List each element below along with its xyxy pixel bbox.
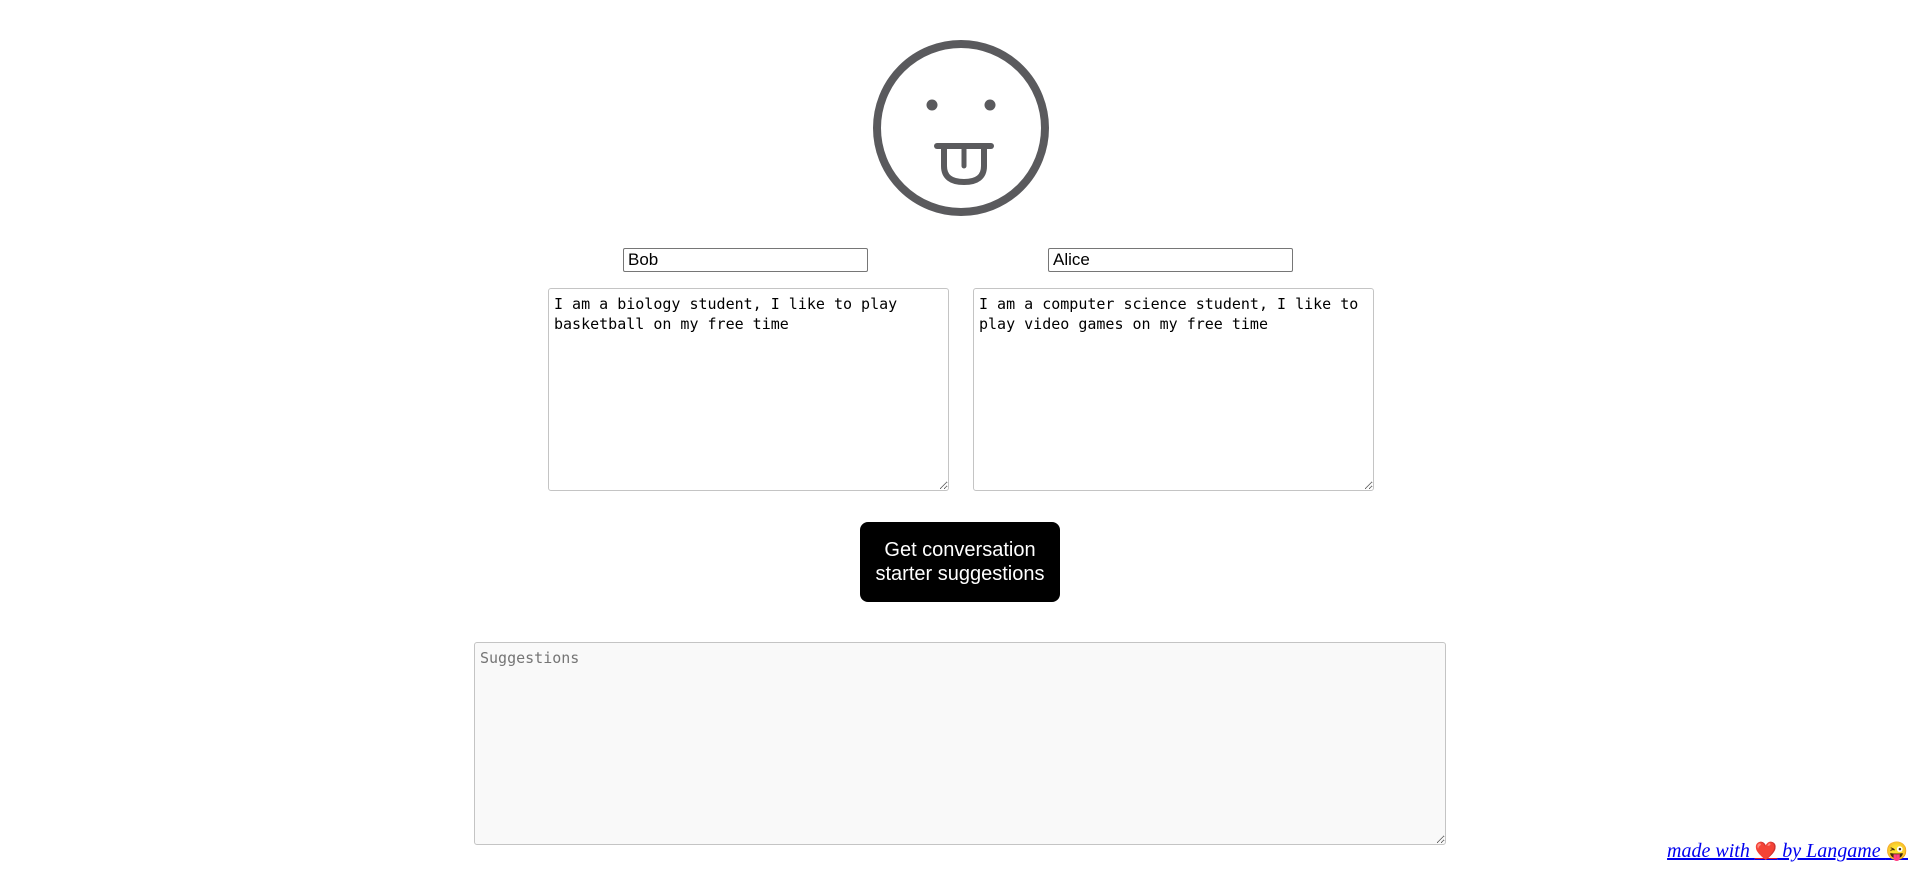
footer-brand-text: by Langame xyxy=(1777,840,1886,862)
winking-tongue-emoji-icon: 😜 xyxy=(1885,841,1908,861)
person2-name-input[interactable] xyxy=(1048,248,1293,272)
heart-icon: ❤️ xyxy=(1754,841,1778,861)
get-suggestions-button[interactable]: Get conversation starter suggestions xyxy=(860,522,1060,602)
tongue-out-face-icon xyxy=(873,40,1049,216)
suggestions-textarea[interactable] xyxy=(474,642,1446,845)
person1-name-input[interactable] xyxy=(623,248,868,272)
made-with-langame-link[interactable]: made with ❤️ by Langame 😜 xyxy=(1667,840,1908,863)
person2-bio-textarea[interactable]: I am a computer science student, I like … xyxy=(973,288,1374,491)
footer-prefix-text: made with xyxy=(1667,840,1755,862)
person1-bio-textarea[interactable]: I am a biology student, I like to play b… xyxy=(548,288,949,491)
